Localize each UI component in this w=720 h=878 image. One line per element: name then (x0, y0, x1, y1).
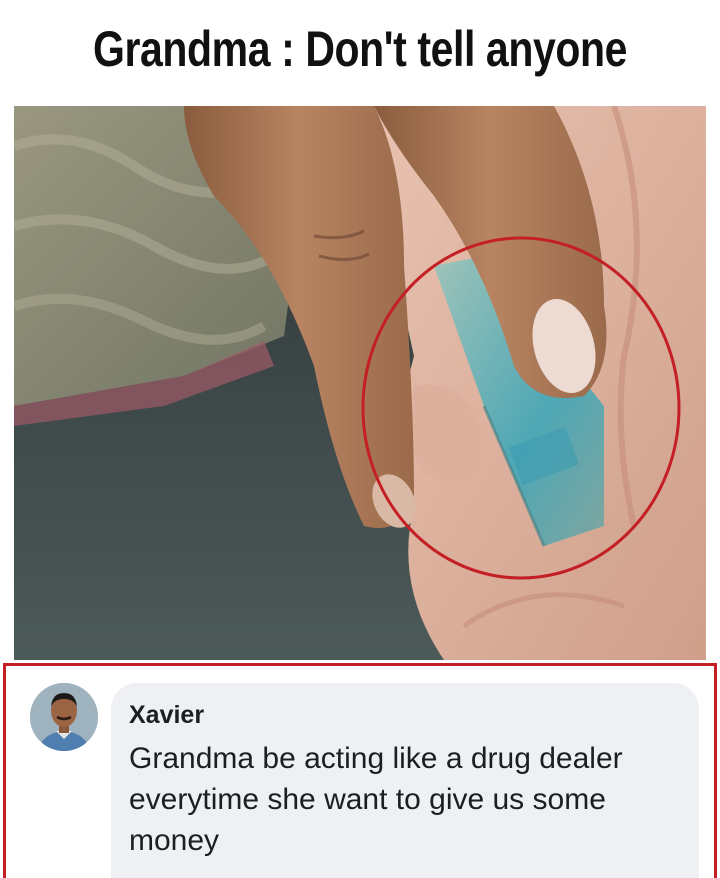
photo-hand-passing-money (14, 106, 706, 660)
comment-text: Grandma be acting like a drug dealer eve… (129, 742, 623, 857)
comment-author[interactable]: Xavier (129, 701, 204, 730)
avatar[interactable] (30, 683, 98, 751)
comment-highlight-frame: Xavier Grandma be acting like a drug dea… (3, 663, 717, 878)
person-avatar-icon (30, 683, 98, 751)
meme-caption: Grandma : Don't tell anyone (92, 21, 628, 77)
photo-illustration (14, 106, 706, 660)
comment-bubble: Xavier Grandma be acting like a drug dea… (111, 683, 699, 878)
